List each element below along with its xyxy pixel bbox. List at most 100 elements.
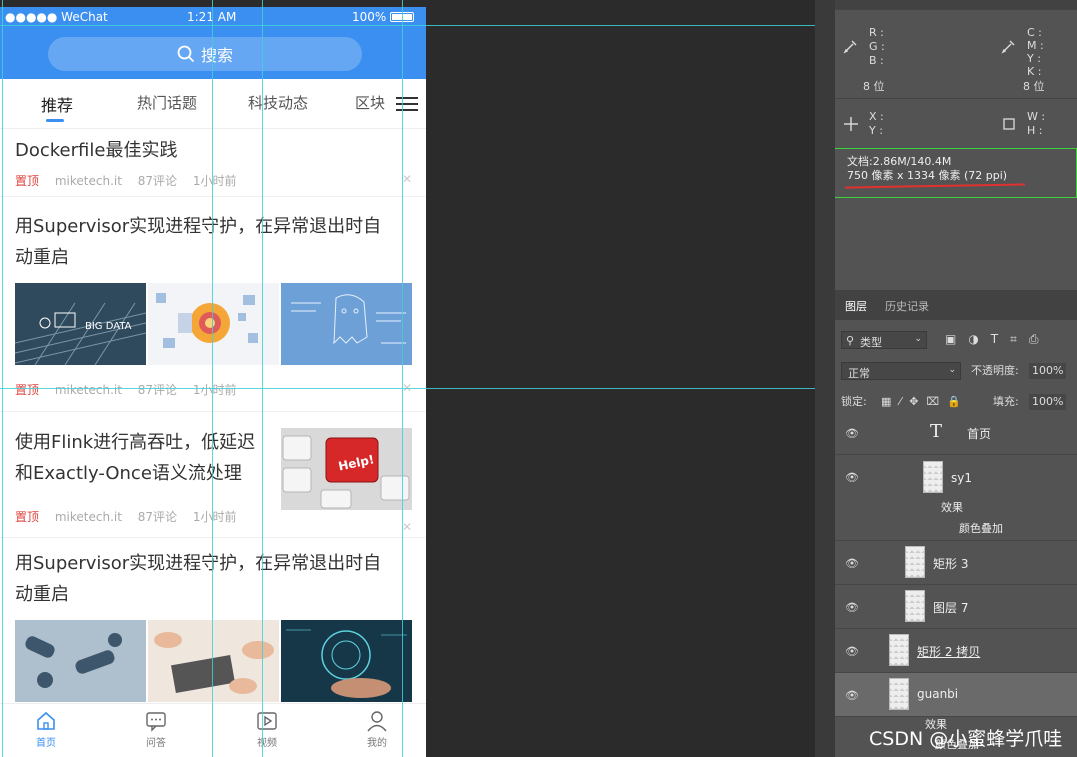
layer-name: 矩形 2 拷贝 (917, 645, 981, 659)
filter-kind-label: 类型 (860, 336, 882, 349)
article-title[interactable]: 用Supervisor实现进程守护，在异常退出时自 动重启 (15, 548, 381, 610)
comment-count: 87评论 (137, 383, 178, 397)
divider (835, 98, 1077, 99)
article-source: miketech.it (54, 383, 122, 397)
pinned-badge: 置顶 (15, 383, 40, 397)
eye-icon[interactable]: 👁 (845, 427, 859, 440)
layer-effect-label: 颜色叠加 (959, 522, 1003, 535)
layer-row[interactable]: 👁 图层 7 (835, 585, 1077, 629)
article-meta: 置顶 miketech.it 87评论 1小时前 (15, 172, 249, 189)
layer-thumbnail (889, 678, 909, 710)
close-icon[interactable]: ✕ (402, 172, 412, 186)
eye-icon[interactable]: 👁 (845, 689, 859, 702)
chevron-down-icon: ⌄ (948, 365, 956, 375)
photoshop-info-panel: R : G : B : 8 位 C : M : Y : K : 8 位 X : … (835, 0, 1077, 757)
layer-row[interactable]: 👁 矩形 2 拷贝 (835, 629, 1077, 673)
article-title[interactable]: Dockerfile最佳实践 (15, 135, 177, 166)
eyedropper-icon (1001, 40, 1015, 54)
layer-name: 图层 7 (933, 601, 969, 615)
article-thumbnail[interactable] (281, 620, 412, 702)
search-placeholder: 搜索 (200, 46, 233, 65)
layer-thumbnail (889, 634, 909, 666)
blend-mode-label: 正常 (848, 367, 870, 380)
tab-history[interactable]: 历史记录 (885, 298, 929, 314)
text-layer-icon: T (930, 421, 943, 442)
tab-me[interactable]: 我的 (347, 710, 407, 749)
divider (0, 411, 426, 412)
layer-filter-select[interactable]: ⚲ 类型 ⌄ (841, 331, 927, 349)
eye-icon[interactable]: 👁 (845, 557, 859, 570)
guide-line (0, 25, 815, 26)
article-thumbnail[interactable]: BIG DATA (15, 283, 146, 365)
layer-row[interactable]: 👁 矩形 3 (835, 541, 1077, 585)
thumbnail-caption: BIG DATA (85, 321, 132, 332)
article-thumbnail[interactable] (281, 283, 412, 365)
phone-mockup: ●●●●● WeChat 1:21 AM 100% 搜索 推荐 热门话题 科技动… (0, 7, 426, 757)
fill-input[interactable]: 100% (1029, 394, 1067, 410)
layer-thumbnail (905, 590, 925, 622)
opacity-input[interactable]: 100% (1029, 363, 1067, 379)
layer-name: guanbi (917, 687, 959, 701)
carrier-label: ●●●●● WeChat (5, 10, 108, 24)
tab-tech-news[interactable]: 科技动态 (248, 92, 308, 113)
article-meta: 置顶 miketech.it 87评论 1小时前 (15, 508, 249, 525)
chevron-down-icon: ⌄ (914, 334, 922, 344)
guide-line (262, 0, 263, 757)
article-title-line: 动重启 (15, 247, 69, 268)
menu-icon[interactable] (396, 93, 418, 113)
article-title-line: 用Supervisor实现进程守护，在异常退出时自 (15, 553, 382, 574)
eye-icon[interactable]: 👁 (845, 645, 859, 658)
tab-blockchain[interactable]: 区块 (355, 92, 385, 113)
tab-layers[interactable]: 图层 (845, 298, 867, 314)
document-dimensions: 750 像素 x 1334 像素 (72 ppi) (847, 169, 1008, 182)
article-thumbnail[interactable]: Help! (281, 428, 412, 510)
pinned-badge: 置顶 (15, 510, 40, 524)
red-underline (844, 183, 1026, 189)
blend-mode-select[interactable]: 正常 ⌄ (841, 362, 961, 380)
watermark: CSDN @小蜜蜂学爪哇 (869, 728, 1063, 750)
tab-recommend[interactable]: 推荐 (41, 92, 73, 116)
layer-name: sy1 (951, 471, 972, 485)
rgb-labels: R : G : B : (869, 26, 885, 67)
eye-icon[interactable]: 👁 (845, 601, 859, 614)
article-title[interactable]: 用Supervisor实现进程守护，在异常退出时自 动重启 (15, 211, 381, 273)
layer-thumbnail (905, 546, 925, 578)
opacity-label: 不透明度: (971, 364, 1019, 377)
lock-icons[interactable]: ▦⁄✥⌧🔒 (881, 395, 969, 409)
eye-icon[interactable]: 👁 (845, 471, 859, 484)
fill-label: 填充: (993, 395, 1019, 408)
search-icon (177, 45, 195, 63)
article-title-line: 用Supervisor实现进程守护，在异常退出时自 (15, 216, 382, 237)
tab-video[interactable]: 视频 (237, 710, 297, 749)
chat-icon (146, 712, 166, 732)
xy-labels: X : Y : (869, 110, 884, 137)
layer-filter-icons[interactable]: ▣◑T⌗⎙ (945, 332, 1051, 347)
selection-size-icon (1003, 118, 1015, 130)
article-meta: 置顶 miketech.it 87评论 1小时前 (15, 381, 249, 398)
tab-home-label: 首页 (36, 738, 56, 749)
tab-qa[interactable]: 问答 (126, 710, 186, 749)
guide-line (0, 388, 815, 389)
tab-home[interactable]: 首页 (16, 710, 76, 749)
layer-row-selected[interactable]: 👁 guanbi (835, 673, 1077, 717)
comment-count: 87评论 (137, 174, 178, 188)
search-input[interactable]: 搜索 (48, 37, 362, 71)
divider (0, 537, 426, 538)
guide-line (402, 0, 403, 757)
tab-hot-topics[interactable]: 热门话题 (137, 92, 197, 113)
search-icon: ⚲ (846, 334, 855, 347)
bit-depth-left: 8 位 (863, 80, 885, 93)
tab-video-label: 视频 (257, 738, 277, 749)
guide-line (212, 0, 213, 757)
article-title[interactable]: 使用Flink进行高吞吐，低延迟 和Exactly-Once语义流处理 (15, 427, 255, 489)
article-thumbnail[interactable] (15, 620, 146, 702)
article-time: 1小时前 (192, 510, 237, 524)
layer-row[interactable]: 👁 T 首页 (835, 411, 1077, 455)
battery-indicator: 100% (352, 10, 415, 24)
close-icon[interactable]: ✕ (402, 520, 412, 534)
article-thumbnail[interactable] (148, 283, 279, 365)
article-title-line: 和Exactly-Once语义流处理 (15, 463, 242, 484)
article-thumbnail[interactable] (148, 620, 279, 702)
article-time: 1小时前 (192, 383, 237, 397)
layer-row[interactable]: 👁 sy1 效果 颜色叠加 (835, 455, 1077, 541)
